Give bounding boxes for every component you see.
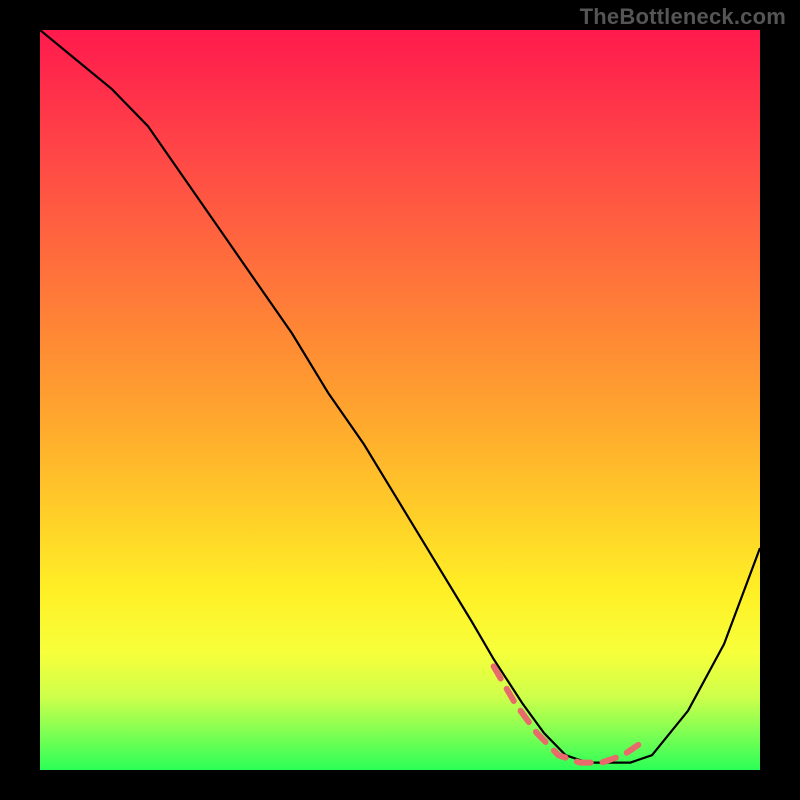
watermark-text: TheBottleneck.com: [580, 4, 786, 30]
chart-frame: TheBottleneck.com: [0, 0, 800, 800]
bottleneck-curve: [40, 30, 760, 763]
highlight-segment: [494, 666, 645, 762]
curve-layer: [40, 30, 760, 770]
plot-area: [40, 30, 760, 770]
